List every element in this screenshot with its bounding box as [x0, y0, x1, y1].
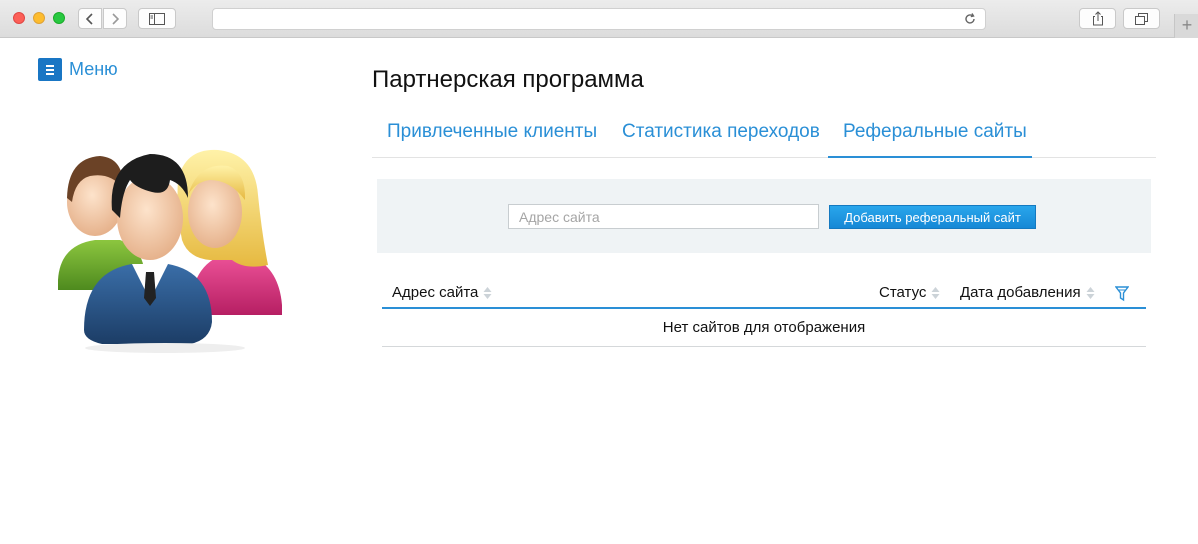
tab-referral-sites[interactable]: Реферальные сайты [843, 121, 1027, 143]
sidebar-toggle-button[interactable] [138, 8, 176, 29]
close-window-button[interactable] [13, 12, 25, 24]
menu-label: Меню [69, 59, 118, 79]
partners-group-icon [58, 149, 282, 353]
add-referral-site-button[interactable]: Добавить реферальный сайт [829, 205, 1036, 229]
column-date-added[interactable]: Дата добавления [960, 284, 1095, 301]
grid-empty-message: Нет сайтов для отображения [382, 309, 1146, 347]
tab-attracted-clients[interactable]: Привлеченные клиенты [387, 121, 597, 143]
share-icon [1092, 11, 1103, 26]
active-tab-indicator [828, 156, 1032, 158]
chevron-right-icon [112, 12, 119, 25]
filter-icon[interactable] [1115, 286, 1129, 302]
hamburger-icon [38, 58, 62, 81]
zoom-window-button[interactable] [53, 12, 65, 24]
sort-icon [931, 286, 940, 299]
forward-button[interactable] [103, 8, 127, 29]
sidebar-icon [149, 12, 165, 25]
new-tab-button[interactable]: + [1174, 14, 1198, 38]
column-label: Статус [879, 284, 927, 301]
share-button[interactable] [1079, 8, 1116, 29]
tab-bar: Привлеченные клиенты Статистика переходо… [372, 112, 1156, 158]
chevron-left-icon [86, 12, 93, 25]
back-button[interactable] [78, 8, 102, 29]
tabs-overview-button[interactable] [1123, 8, 1160, 29]
column-label: Адрес сайта [392, 284, 479, 301]
sites-grid-header: Адрес сайта Статус Дата добавления [382, 280, 1146, 309]
column-status[interactable]: Статус [879, 284, 940, 301]
add-site-panel: Добавить реферальный сайт [377, 179, 1151, 253]
menu-button[interactable]: Меню [38, 58, 118, 81]
tabs-icon [1135, 12, 1148, 25]
sort-icon [483, 286, 492, 299]
column-site-address[interactable]: Адрес сайта [392, 284, 492, 301]
browser-toolbar: + [0, 0, 1198, 38]
minimize-window-button[interactable] [33, 12, 45, 24]
sort-icon [1086, 286, 1095, 299]
site-address-input[interactable] [508, 204, 819, 229]
reload-icon[interactable] [963, 12, 977, 26]
address-bar[interactable] [212, 8, 986, 30]
page-title: Партнерская программа [372, 66, 644, 93]
tab-click-statistics[interactable]: Статистика переходов [622, 121, 820, 143]
column-label: Дата добавления [960, 284, 1081, 301]
